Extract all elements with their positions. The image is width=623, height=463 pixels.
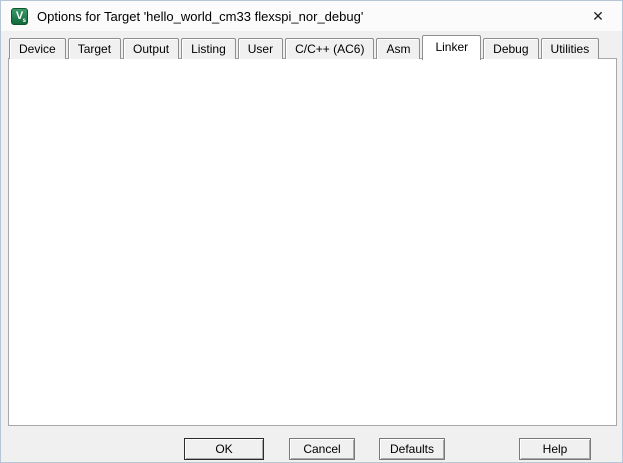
dialog-title: Options for Target 'hello_world_cm33 fle… [37, 9, 363, 24]
tab-target[interactable]: Target [68, 38, 121, 59]
tab-linker[interactable]: Linker [422, 35, 481, 60]
help-button[interactable]: Help [519, 438, 591, 460]
options-dialog: V s Options for Target 'hello_world_cm33… [0, 0, 623, 463]
uvision-logo-icon: V s [11, 8, 28, 25]
linker-tab-page [8, 58, 617, 426]
tab-user[interactable]: User [238, 38, 283, 59]
tab-output[interactable]: Output [123, 38, 179, 59]
defaults-button[interactable]: Defaults [379, 438, 445, 460]
ok-button[interactable]: OK [184, 438, 264, 460]
cancel-button[interactable]: Cancel [289, 438, 355, 460]
uvision-logo-sub: s [23, 18, 26, 24]
tab-debug[interactable]: Debug [483, 38, 538, 59]
tab-cpp-ac6[interactable]: C/C++ (AC6) [285, 38, 374, 59]
tab-utilities[interactable]: Utilities [541, 38, 600, 59]
tab-asm[interactable]: Asm [376, 38, 420, 59]
tab-listing[interactable]: Listing [181, 38, 236, 59]
title-bar: V s Options for Target 'hello_world_cm33… [1, 1, 622, 31]
tab-strip: Device Target Output Listing User C/C++ … [9, 34, 601, 59]
close-icon[interactable]: ✕ [588, 8, 608, 25]
tab-device[interactable]: Device [9, 38, 66, 59]
